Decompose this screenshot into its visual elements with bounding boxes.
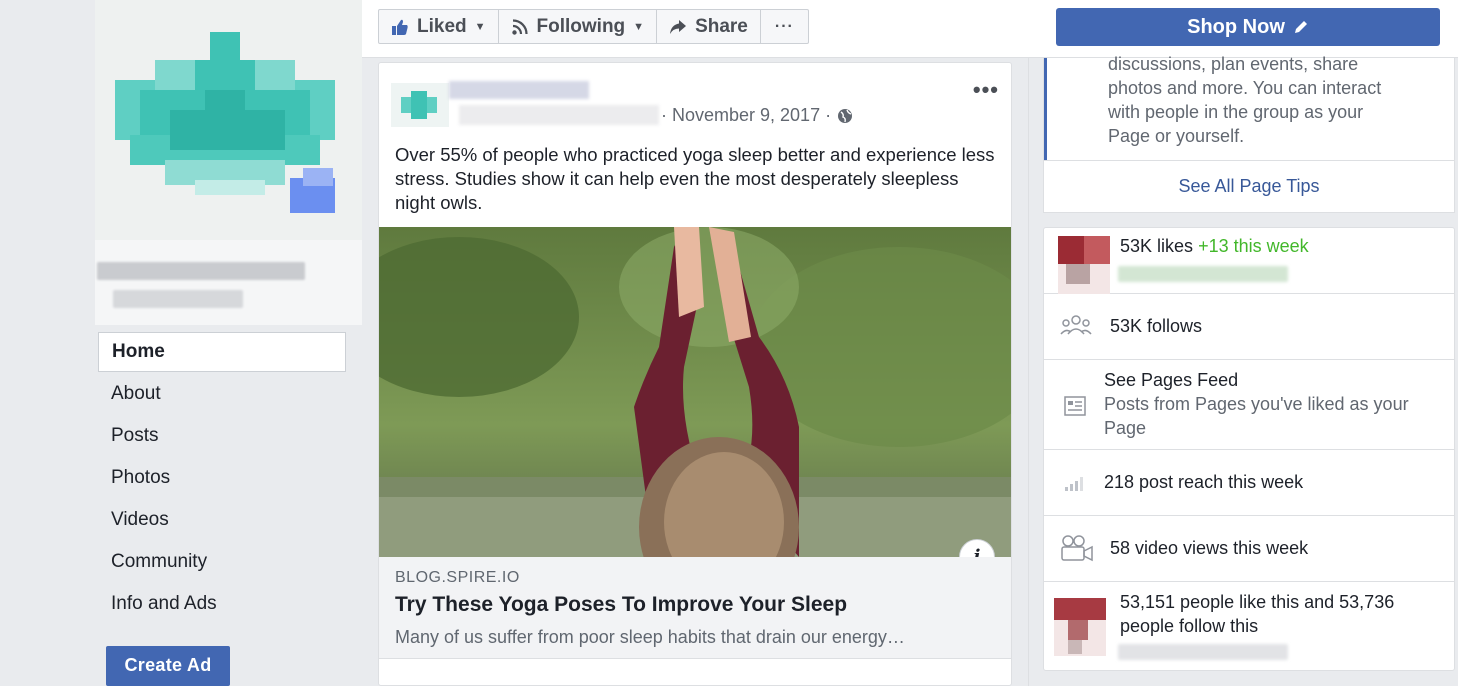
post-reach-text: 218 post reach this week xyxy=(1104,472,1304,492)
see-all-page-tips-link[interactable]: See All Page Tips xyxy=(1044,160,1454,212)
more-options-button[interactable]: ··· xyxy=(761,10,808,43)
nav-item-posts[interactable]: Posts xyxy=(98,416,346,458)
bar-chart-icon xyxy=(1065,477,1083,491)
likes-delta: +13 this week xyxy=(1198,236,1309,256)
follows-text: 53K follows xyxy=(1110,316,1203,336)
people-text: 53,151 people like this and 53,736 peopl… xyxy=(1120,592,1395,636)
create-ad-button[interactable]: Create Ad xyxy=(106,646,230,686)
page-action-buttons: Liked ▼ Following ▼ Share ··· xyxy=(378,9,809,44)
rss-follow-icon xyxy=(511,18,528,35)
page-name-blurred xyxy=(97,262,305,280)
post-author-avatar[interactable] xyxy=(391,83,449,127)
pages-feed-row[interactable]: See Pages Feed Posts from Pages you've l… xyxy=(1044,360,1454,450)
pages-feed-title: See Pages Feed xyxy=(1104,370,1239,390)
people-group-icon xyxy=(1060,315,1092,335)
tips-text: discussions, plan events, share photos a… xyxy=(1108,54,1382,146)
following-label: Following xyxy=(536,15,626,37)
share-button[interactable]: Share xyxy=(657,10,761,43)
tips-accent-bar xyxy=(1044,58,1047,160)
pencil-edit-icon[interactable] xyxy=(1293,19,1309,35)
nav-item-videos[interactable]: Videos xyxy=(98,500,346,542)
shop-now-label: Shop Now xyxy=(1187,15,1285,38)
nav-item-info-and-ads[interactable]: Info and Ads xyxy=(98,584,346,626)
lotus-avatar-icon xyxy=(391,83,449,127)
liked-label: Liked xyxy=(417,15,467,37)
nav-item-home[interactable]: Home xyxy=(98,332,346,372)
shop-now-button[interactable]: Shop Now xyxy=(1056,8,1440,46)
chevron-down-icon: ▼ xyxy=(474,20,486,33)
share-arrow-icon xyxy=(670,19,687,34)
column-divider xyxy=(1028,58,1029,686)
people-row[interactable]: 53,151 people like this and 53,736 peopl… xyxy=(1044,582,1454,670)
link-description: Many of us suffer from poor sleep habits… xyxy=(395,627,905,647)
page-tips-card: discussions, plan events, share photos a… xyxy=(1043,54,1455,213)
likes-count: 53K likes xyxy=(1120,236,1194,256)
share-label: Share xyxy=(695,15,748,37)
link-domain: BLOG.SPIRE.IO xyxy=(395,569,520,586)
globe-public-icon xyxy=(838,108,853,123)
link-title[interactable]: Try These Yoga Poses To Improve Your Sle… xyxy=(395,593,847,617)
video-views-row[interactable]: 58 video views this week xyxy=(1044,516,1454,582)
post-link-image[interactable] xyxy=(379,227,1011,557)
video-camera-icon xyxy=(1061,535,1093,562)
profile-area xyxy=(95,0,362,325)
page-nav: Home About Posts Photos Videos Community… xyxy=(98,332,346,626)
post-timestamp[interactable]: · November 9, 2017 · xyxy=(661,105,853,126)
post-options-icon[interactable]: ••• xyxy=(973,77,999,103)
post-author-name-blurred[interactable] xyxy=(449,81,589,99)
video-views-text: 58 video views this week xyxy=(1110,538,1309,558)
liked-button[interactable]: Liked ▼ xyxy=(379,10,499,43)
post-reach-row[interactable]: 218 post reach this week xyxy=(1044,450,1454,516)
likes-text: 53K likes +13 this week xyxy=(1120,234,1309,258)
post-card: · November 9, 2017 · ••• Over 55% of peo… xyxy=(378,62,1012,686)
page-stats-card: 53K likes +13 this week 53K follows See … xyxy=(1043,227,1455,671)
thumbs-up-icon xyxy=(392,19,408,35)
people-names-blurred xyxy=(1118,644,1288,660)
nav-item-about[interactable]: About xyxy=(98,374,346,416)
liker-names-blurred xyxy=(1118,266,1288,282)
link-preview[interactable]: BLOG.SPIRE.IO Try These Yoga Poses To Im… xyxy=(379,557,1011,659)
liker-avatars xyxy=(1058,236,1110,294)
avatar-stack-icon xyxy=(1058,236,1110,294)
post-author-sub-blurred xyxy=(459,105,659,125)
page-action-bar: Liked ▼ Following ▼ Share ··· Shop Now xyxy=(362,0,1458,58)
pages-feed-subtitle: Posts from Pages you've liked as your Pa… xyxy=(1104,394,1409,438)
nav-item-community[interactable]: Community xyxy=(98,542,346,584)
following-button[interactable]: Following ▼ xyxy=(499,10,658,43)
left-column: Home About Posts Photos Videos Community… xyxy=(0,0,362,686)
likes-row[interactable]: 53K likes +13 this week xyxy=(1044,228,1454,294)
yoga-photo-image xyxy=(379,227,1011,557)
more-dots-icon: ··· xyxy=(774,17,794,35)
follows-row[interactable]: 53K follows xyxy=(1044,294,1454,360)
avatar-stack-icon xyxy=(1054,598,1106,656)
people-avatars xyxy=(1054,598,1106,656)
page-profile-picture[interactable] xyxy=(95,0,362,240)
post-body-text: Over 55% of people who practiced yoga sl… xyxy=(395,144,995,213)
lotus-logo-icon xyxy=(95,0,362,240)
news-feed-icon xyxy=(1064,396,1086,416)
chevron-down-icon: ▼ xyxy=(633,20,645,33)
page-handle-blurred xyxy=(113,290,243,308)
nav-item-photos[interactable]: Photos xyxy=(98,458,346,500)
post-date: · November 9, 2017 · xyxy=(661,105,832,125)
